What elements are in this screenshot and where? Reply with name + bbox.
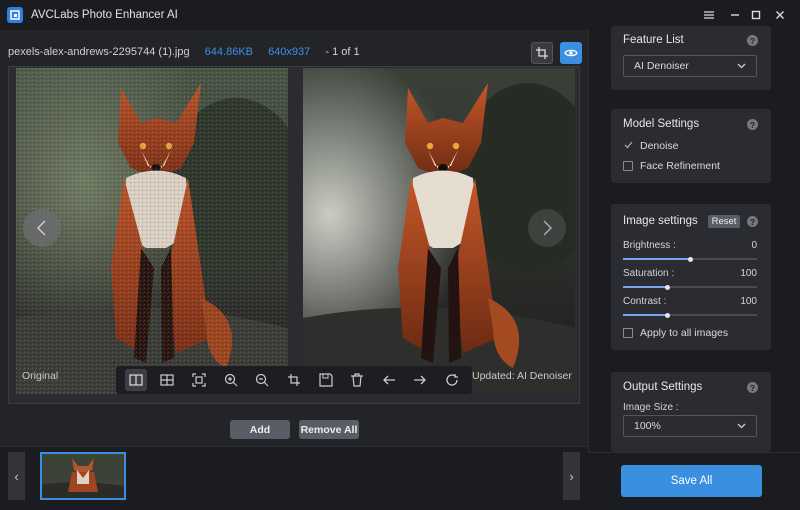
fit-screen-icon bbox=[192, 373, 206, 387]
crop-button[interactable] bbox=[531, 42, 553, 64]
menu-icon[interactable] bbox=[701, 7, 717, 23]
strip-prev-button[interactable]: ‹ bbox=[8, 452, 25, 500]
file-info: pexels-alex-andrews-2295744 (1).jpg 644.… bbox=[8, 46, 360, 58]
image-settings-title: Image settings bbox=[623, 215, 698, 227]
denoise-label: Denoise bbox=[640, 140, 679, 152]
face-refinement-label: Face Refinement bbox=[640, 160, 720, 172]
rotate-icon bbox=[446, 374, 459, 386]
help-icon[interactable]: ? bbox=[747, 216, 758, 227]
delete-button[interactable] bbox=[346, 369, 368, 391]
add-button[interactable]: Add bbox=[230, 420, 290, 439]
chevron-down-icon bbox=[737, 423, 746, 429]
crop-icon bbox=[536, 47, 548, 59]
compare-view-button[interactable] bbox=[156, 369, 178, 391]
model-settings-title: Model Settings bbox=[623, 118, 700, 130]
contrast-slider[interactable] bbox=[623, 312, 757, 318]
brightness-slider[interactable] bbox=[623, 256, 757, 262]
previous-image-button[interactable] bbox=[23, 209, 61, 247]
trash-icon bbox=[351, 373, 364, 387]
brightness-value: 0 bbox=[751, 240, 757, 251]
remove-all-button[interactable]: Remove All bbox=[299, 420, 359, 439]
eye-icon bbox=[564, 49, 578, 57]
image-toolbar bbox=[116, 366, 472, 394]
zoom-out-icon bbox=[256, 373, 269, 387]
help-icon[interactable]: ? bbox=[747, 382, 758, 393]
zoom-in-button[interactable] bbox=[220, 369, 242, 391]
file-dimensions: 640x937 bbox=[268, 46, 311, 58]
slider-knob[interactable] bbox=[687, 256, 693, 262]
apply-all-label: Apply to all images bbox=[640, 327, 729, 339]
close-icon[interactable] bbox=[772, 7, 788, 23]
image-size-label: Image Size : bbox=[623, 402, 679, 413]
chevron-left-icon bbox=[36, 220, 46, 236]
saturation-slider[interactable] bbox=[623, 284, 757, 290]
arrow-left-icon bbox=[382, 375, 395, 385]
image-size-select[interactable]: 100% bbox=[623, 415, 757, 437]
thumbnail-item[interactable] bbox=[40, 452, 126, 500]
grid-view-icon bbox=[160, 374, 175, 386]
face-refinement-checkbox[interactable] bbox=[623, 161, 633, 171]
save-icon bbox=[318, 373, 333, 387]
feature-select[interactable]: AI Denoiser bbox=[623, 55, 757, 77]
chevron-right-icon: › bbox=[569, 468, 574, 484]
save-button[interactable] bbox=[315, 369, 337, 391]
redo-button[interactable] bbox=[409, 369, 431, 391]
maximize-icon[interactable] bbox=[748, 7, 764, 23]
slider-knob[interactable] bbox=[664, 284, 670, 290]
fit-screen-button[interactable] bbox=[188, 369, 210, 391]
help-icon[interactable]: ? bbox=[747, 119, 758, 130]
apply-all-checkbox[interactable] bbox=[623, 328, 633, 338]
saturation-value: 100 bbox=[740, 268, 757, 279]
slider-fill bbox=[623, 286, 668, 288]
crop-icon bbox=[287, 374, 300, 386]
app-logo-icon bbox=[7, 7, 23, 23]
next-image-button[interactable] bbox=[528, 209, 566, 247]
split-view-button[interactable] bbox=[124, 369, 147, 391]
chevron-down-icon bbox=[737, 63, 746, 69]
crop-tool-button[interactable] bbox=[283, 369, 305, 391]
reset-button[interactable]: Reset bbox=[708, 215, 740, 228]
preview-toggle-button[interactable] bbox=[560, 42, 582, 64]
save-all-button[interactable]: Save All bbox=[621, 465, 762, 497]
contrast-value: 100 bbox=[740, 296, 757, 307]
brightness-label: Brightness : bbox=[623, 240, 676, 251]
checkmark-icon bbox=[624, 141, 633, 149]
chevron-right-icon bbox=[543, 220, 553, 236]
updated-label: Updated: AI Denoiser bbox=[472, 370, 572, 382]
arrow-right-icon bbox=[414, 375, 427, 385]
file-size: 644.86KB bbox=[204, 46, 253, 58]
saturation-label: Saturation : bbox=[623, 268, 675, 279]
help-icon[interactable]: ? bbox=[747, 35, 758, 46]
minimize-icon[interactable] bbox=[727, 7, 743, 23]
denoise-checkbox[interactable] bbox=[623, 140, 633, 150]
zoom-out-button[interactable] bbox=[251, 369, 273, 391]
split-view-icon bbox=[129, 374, 143, 386]
zoom-in-icon bbox=[224, 373, 238, 387]
original-label: Original bbox=[22, 370, 59, 382]
slider-fill bbox=[623, 314, 668, 316]
slider-knob[interactable] bbox=[664, 312, 670, 318]
output-settings-title: Output Settings bbox=[623, 381, 703, 393]
image-size-value: 100% bbox=[634, 420, 661, 432]
contrast-label: Contrast : bbox=[623, 296, 667, 307]
chevron-left-icon: ‹ bbox=[14, 468, 19, 484]
strip-next-button[interactable]: › bbox=[563, 452, 580, 500]
feature-select-value: AI Denoiser bbox=[634, 60, 689, 72]
feature-list-title: Feature List bbox=[623, 34, 684, 46]
file-counter: - 1 of 1 bbox=[325, 46, 360, 58]
app-title: AVCLabs Photo Enhancer AI bbox=[31, 9, 178, 21]
slider-fill bbox=[623, 258, 690, 260]
file-name: pexels-alex-andrews-2295744 (1).jpg bbox=[8, 46, 190, 58]
undo-button[interactable] bbox=[378, 369, 400, 391]
rotate-button[interactable] bbox=[441, 369, 463, 391]
